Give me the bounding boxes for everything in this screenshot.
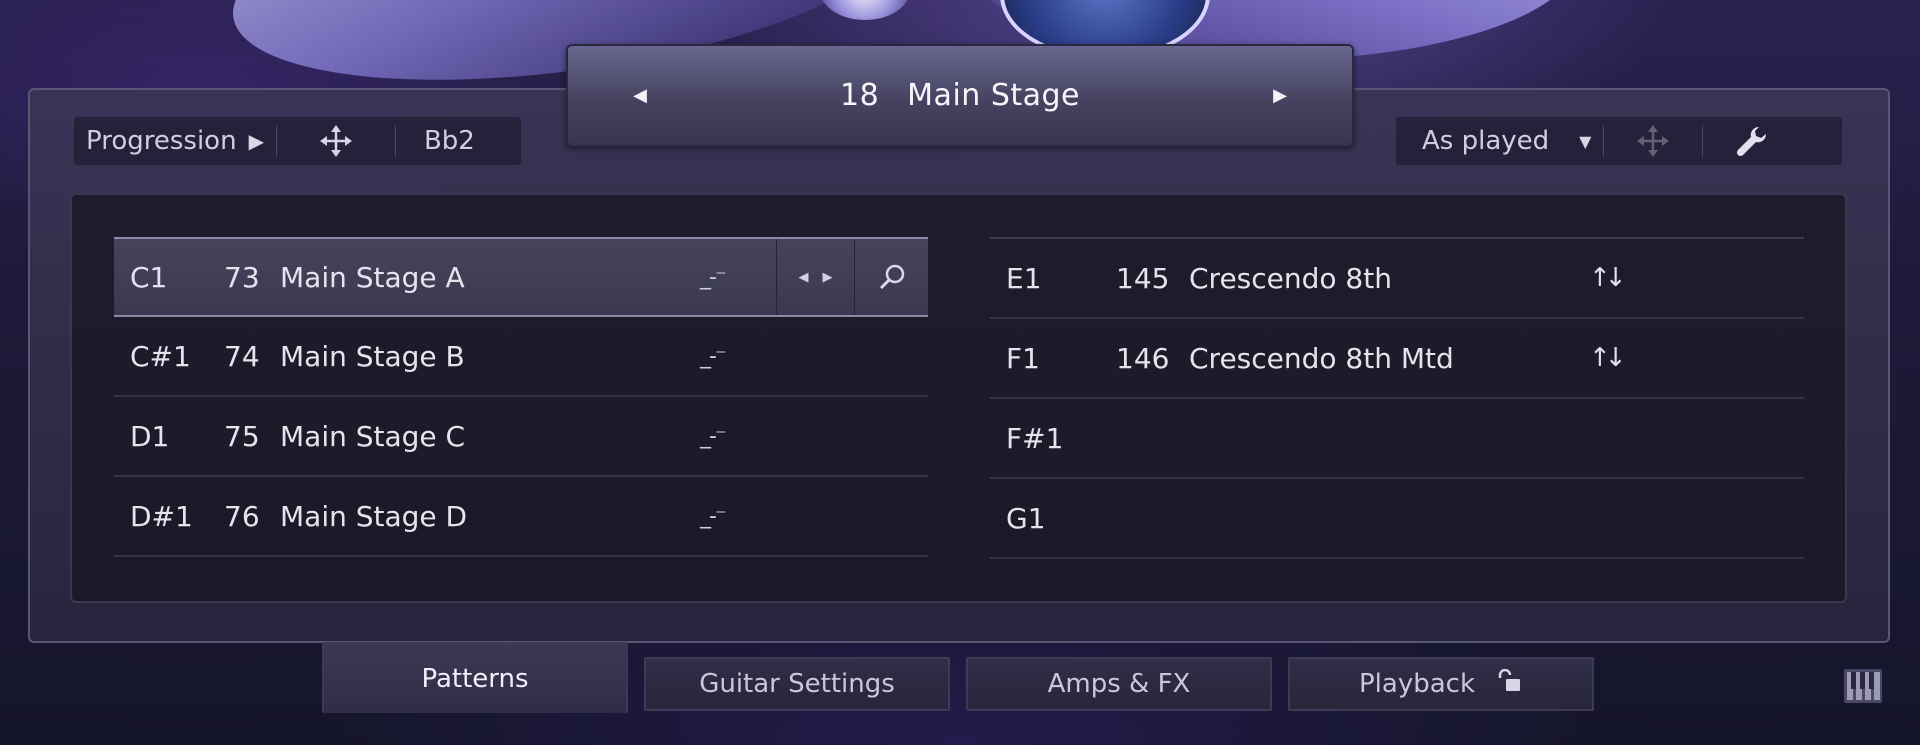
progression-label: Progression [86, 126, 237, 156]
arrow-left-icon[interactable]: ◀ [628, 85, 652, 106]
hero-shape [820, 0, 910, 20]
pattern-name: Main Stage A [280, 260, 465, 294]
pattern-row[interactable]: E1 145 Crescendo 8th ↑↓ [990, 239, 1804, 319]
row-controls: ◀ ▶ [776, 239, 928, 315]
tab-patterns[interactable]: Patterns [322, 642, 628, 713]
pattern-row[interactable]: F#1 [990, 399, 1804, 479]
note-label: D1 [130, 419, 170, 453]
move-icon[interactable] [277, 117, 395, 165]
tab-label: Patterns [421, 663, 529, 694]
tab-amps-fx[interactable]: Amps & FX [966, 657, 1272, 711]
dash-icon: _‐⁻ [700, 264, 727, 290]
preset-selector[interactable]: ◀ 18 Main Stage ▶ [566, 44, 1354, 147]
pattern-row[interactable]: G1 [990, 479, 1804, 559]
tab-label: Guitar Settings [699, 669, 895, 699]
pattern-number: 75 [224, 419, 260, 453]
progression-button[interactable]: Progression ▶ [74, 117, 276, 165]
pattern-name: Crescendo 8th [1189, 261, 1392, 295]
note-label: C#1 [130, 339, 191, 373]
pattern-number: 76 [224, 499, 260, 533]
tab-label: Playback [1358, 669, 1475, 699]
note-label: E1 [1006, 261, 1042, 295]
chevron-down-icon: ▼ [1579, 131, 1592, 151]
pattern-number: 73 [224, 260, 260, 294]
dash-icon: _‐⁻ [700, 503, 727, 529]
pattern-name: Main Stage D [280, 499, 468, 533]
pattern-row[interactable]: C1 73 Main Stage A _‐⁻ ◀ ▶ [114, 237, 928, 317]
arrow-right-icon[interactable]: ▶ [1268, 85, 1292, 106]
pattern-row[interactable]: F1 146 Crescendo 8th Mtd ↑↓ [990, 319, 1804, 399]
pattern-number: 146 [1116, 341, 1170, 375]
key-label: Bb2 [423, 126, 475, 156]
pattern-row[interactable]: D1 75 Main Stage C _‐⁻ [114, 397, 928, 477]
lock-icon[interactable] [1497, 668, 1523, 700]
dash-icon: _‐⁻ [700, 423, 727, 449]
pattern-column-right: E1 145 Crescendo 8th ↑↓ F1 146 Crescendo… [990, 237, 1804, 559]
pattern-name: Main Stage B [280, 339, 465, 373]
pattern-list-panel: C1 73 Main Stage A _‐⁻ ◀ ▶ C#1 74 Main S… [70, 193, 1847, 603]
keyboard-icon[interactable] [1843, 668, 1883, 708]
move-icon[interactable] [1604, 117, 1702, 165]
preset-number: 18 [839, 78, 880, 113]
up-down-arrows-icon: ↑↓ [1589, 263, 1626, 293]
note-label: D#1 [130, 499, 193, 533]
mode-label: As played [1422, 126, 1550, 156]
tab-label: Amps & FX [1047, 669, 1191, 699]
wrench-icon[interactable] [1703, 117, 1801, 165]
pattern-number: 74 [224, 339, 260, 373]
pattern-name: Main Stage C [280, 419, 466, 453]
pattern-row[interactable]: D#1 76 Main Stage D _‐⁻ [114, 477, 928, 557]
arrow-right-icon[interactable]: ▶ [823, 270, 833, 285]
up-down-arrows-icon: ↑↓ [1589, 343, 1626, 373]
toolbar-left: Progression ▶ Bb2 [74, 117, 521, 165]
tab-guitar-settings[interactable]: Guitar Settings [644, 657, 950, 711]
toolbar-right: As played ▼ [1396, 117, 1842, 165]
pattern-nav[interactable]: ◀ ▶ [776, 239, 854, 315]
key-display[interactable]: Bb2 [396, 117, 503, 165]
note-label: F#1 [1006, 421, 1064, 455]
note-label: C1 [130, 260, 168, 294]
arrow-left-icon[interactable]: ◀ [799, 270, 809, 285]
pattern-row[interactable]: C#1 74 Main Stage B _‐⁻ [114, 317, 928, 397]
play-triangle-icon: ▶ [248, 129, 264, 153]
note-label: F1 [1006, 341, 1040, 375]
search-icon[interactable] [854, 239, 928, 315]
preset-name: Main Stage [907, 78, 1081, 113]
pattern-column-left: C1 73 Main Stage A _‐⁻ ◀ ▶ C#1 74 Main S… [114, 237, 928, 557]
mode-dropdown[interactable]: As played ▼ [1396, 117, 1591, 165]
note-label: G1 [1006, 501, 1046, 535]
dash-icon: _‐⁻ [700, 343, 727, 369]
tab-playback[interactable]: Playback [1288, 657, 1594, 711]
pattern-number: 145 [1116, 261, 1170, 295]
pattern-name: Crescendo 8th Mtd [1189, 341, 1454, 375]
preset-title: 18 Main Stage [840, 78, 1080, 113]
